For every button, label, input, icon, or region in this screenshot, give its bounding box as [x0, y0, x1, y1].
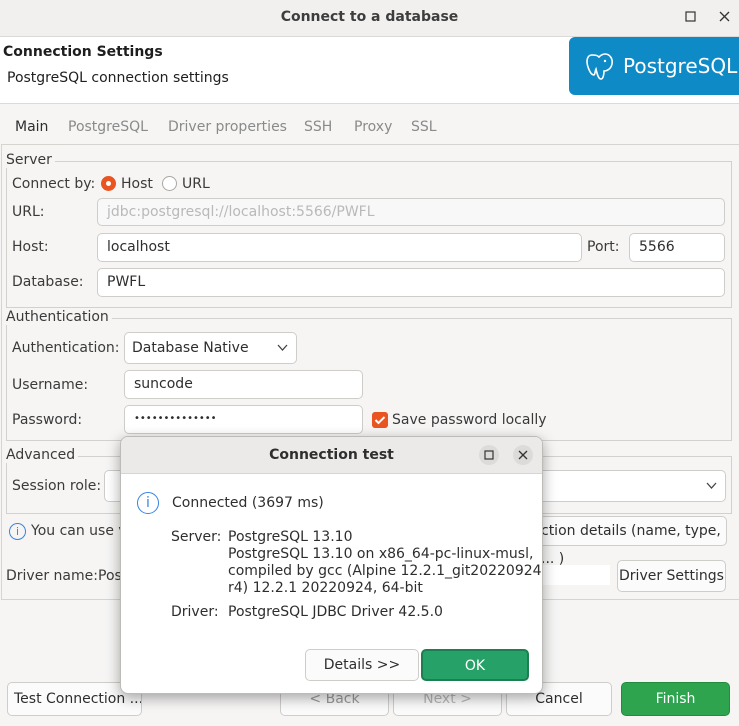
connection-test-dialog: Connection test i Connected (3697 ms) Se… — [120, 436, 543, 694]
driver-label: Driver: — [171, 604, 219, 620]
url-radio[interactable] — [162, 176, 177, 191]
details-button[interactable]: Details >> — [305, 649, 419, 681]
session-role-label: Session role: — [12, 478, 102, 494]
password-field[interactable]: •••••••••••••• — [124, 405, 363, 434]
tab-postgresql[interactable]: PostgreSQL — [68, 119, 148, 135]
host-radio[interactable] — [101, 176, 116, 191]
window-title: Connect to a database — [280, 9, 459, 25]
maximize-icon[interactable] — [680, 8, 700, 28]
driver-name-field — [540, 565, 610, 585]
header-subtitle: PostgreSQL connection settings — [7, 70, 229, 86]
authentication-select-value: Database Native — [132, 340, 249, 356]
tab-main[interactable]: Main — [15, 119, 48, 135]
host-field[interactable]: localhost — [97, 233, 582, 262]
logo-text: PostgreSQL — [623, 54, 738, 78]
close-icon[interactable] — [714, 8, 734, 28]
dialog-close-icon[interactable] — [513, 445, 533, 465]
dialog-maximize-icon[interactable] — [479, 445, 499, 465]
server-line: r4) 12.2.1 20220924, 64-bit — [228, 580, 423, 596]
info-icon: i — [9, 523, 26, 540]
username-field[interactable]: suncode — [124, 370, 363, 399]
tab-driver-properties[interactable]: Driver properties — [168, 119, 287, 135]
tab-ssh[interactable]: SSH — [304, 119, 332, 135]
tab-proxy[interactable]: Proxy — [354, 119, 392, 135]
elephant-icon — [586, 53, 613, 80]
window-titlebar: Connect to a database — [0, 0, 739, 37]
connect-by-label: Connect by: — [12, 176, 96, 192]
authentication-group — [6, 318, 732, 441]
driver-settings-button[interactable]: Driver Settings — [617, 560, 726, 592]
server-label: Server: — [171, 529, 222, 545]
driver-info-box: PostgreSQL JDBC Driver 42.5.0 — [225, 602, 529, 622]
driver-name-value: Pos — [98, 568, 122, 584]
url-label: URL: — [12, 204, 45, 220]
postgresql-logo: PostgreSQL — [569, 37, 739, 95]
url-radio-label[interactable]: URL — [182, 176, 210, 192]
server-legend: Server — [6, 152, 55, 168]
password-label: Password: — [12, 412, 83, 428]
driver-value: PostgreSQL JDBC Driver 42.5.0 — [228, 604, 443, 620]
tab-ssl[interactable]: SSL — [411, 119, 437, 135]
advanced-legend: Advanced — [6, 447, 79, 463]
authentication-label: Authentication: — [12, 340, 120, 356]
chevron-down-icon — [706, 482, 717, 489]
database-label: Database: — [12, 274, 84, 290]
host-label: Host: — [12, 239, 49, 255]
authentication-legend: Authentication — [6, 309, 112, 325]
database-field[interactable]: PWFL — [97, 268, 725, 297]
authentication-select[interactable]: Database Native — [124, 332, 297, 364]
url-field[interactable]: jdbc:postgresql://localhost:5566/PWFL — [97, 198, 725, 226]
save-password-label[interactable]: Save password locally — [392, 412, 547, 428]
server-info-box: PostgreSQL 13.10 PostgreSQL 13.10 on x86… — [225, 526, 542, 598]
ok-button[interactable]: OK — [421, 649, 529, 681]
chevron-down-icon — [277, 344, 288, 351]
header-title: Connection Settings — [3, 44, 163, 60]
dialog-titlebar: Connection test — [121, 437, 542, 474]
port-label: Port: — [587, 239, 620, 255]
info-icon: i — [137, 492, 159, 514]
host-radio-label[interactable]: Host — [121, 176, 153, 192]
connection-status: Connected (3697 ms) — [172, 495, 324, 511]
tab-bar: Main PostgreSQL Driver properties SSH Pr… — [0, 112, 739, 147]
finish-button[interactable]: Finish — [621, 682, 730, 716]
edit-connection-details-button[interactable]: ction details (name, type, ... ) — [536, 516, 727, 567]
driver-name-label: Driver name: — [6, 568, 98, 584]
username-label: Username: — [12, 377, 89, 393]
save-password-checkbox[interactable] — [372, 412, 388, 428]
port-field[interactable]: 5566 — [629, 233, 725, 262]
